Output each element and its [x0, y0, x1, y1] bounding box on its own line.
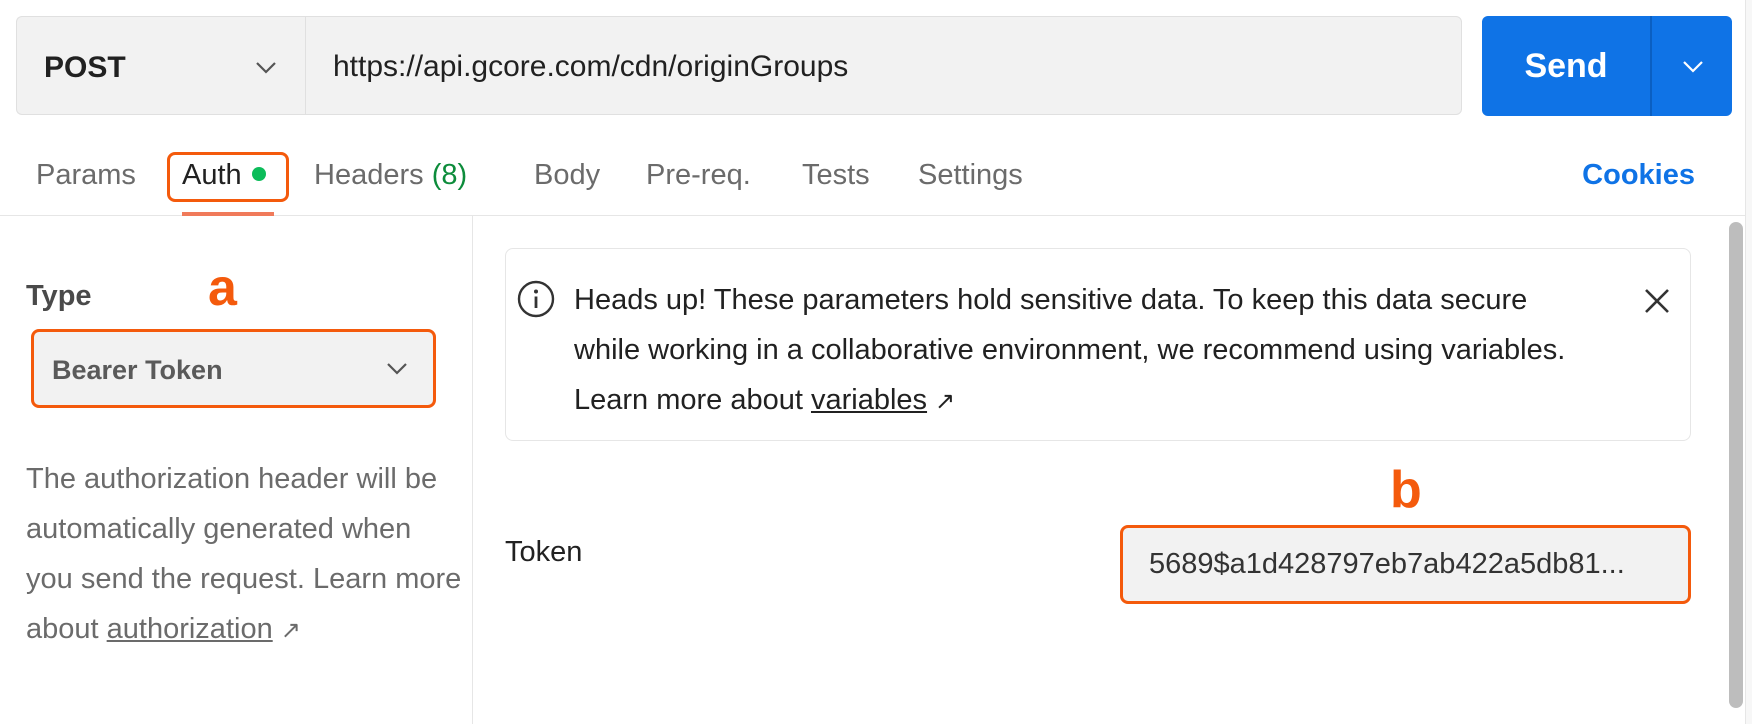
auth-type-pane: Type a Bearer Token The authorization he…: [0, 216, 473, 724]
notice-text: Heads up! These parameters hold sensitiv…: [574, 275, 1574, 427]
tab-headers[interactable]: Headers (8): [314, 159, 467, 192]
tab-tests[interactable]: Tests: [802, 159, 870, 192]
auth-type-select[interactable]: Bearer Token: [31, 329, 436, 408]
tab-pre-request[interactable]: Pre-req.: [646, 159, 751, 192]
token-input[interactable]: 5689$a1d428797eb7ab422a5db81...: [1120, 525, 1691, 604]
tab-settings[interactable]: Settings: [918, 159, 1023, 192]
auth-description: The authorization header will be automat…: [26, 454, 466, 656]
token-value: 5689$a1d428797eb7ab422a5db81...: [1149, 548, 1625, 580]
chevron-down-icon: [1683, 61, 1703, 73]
vertical-scrollbar[interactable]: [1729, 222, 1743, 708]
send-button[interactable]: Send: [1482, 16, 1650, 116]
tab-params[interactable]: Params: [36, 159, 136, 192]
authorization-link[interactable]: authorization: [107, 613, 273, 645]
sensitive-data-notice: Heads up! These parameters hold sensitiv…: [505, 248, 1691, 441]
chevron-down-icon: [387, 363, 407, 375]
type-label: Type: [26, 280, 92, 312]
external-link-icon: ↗: [280, 617, 301, 644]
headers-count: (8): [431, 159, 468, 191]
url-input[interactable]: https://api.gcore.com/cdn/originGroups: [305, 16, 1462, 115]
auth-tab-highlight: [167, 152, 289, 202]
tab-body[interactable]: Body: [534, 159, 600, 192]
notice-body: Heads up! These parameters hold sensitiv…: [574, 284, 1566, 416]
close-icon[interactable]: [1643, 287, 1671, 315]
info-icon: [517, 280, 555, 318]
tab-headers-label: Headers: [314, 159, 424, 191]
external-link-icon: ↗: [935, 388, 956, 415]
method-label: POST: [44, 51, 126, 84]
pane-edge: [1745, 0, 1752, 724]
send-options-button[interactable]: [1652, 16, 1732, 116]
annotation-marker-b: b: [1390, 461, 1422, 519]
token-label: Token: [505, 536, 583, 568]
url-text: https://api.gcore.com/cdn/originGroups: [333, 50, 849, 83]
chevron-down-icon: [256, 62, 276, 74]
variables-link[interactable]: variables: [811, 384, 927, 416]
send-button-group: Send: [1482, 16, 1732, 116]
cookies-link[interactable]: Cookies: [1582, 159, 1695, 192]
auth-type-value: Bearer Token: [52, 355, 223, 385]
annotation-marker-a: a: [208, 259, 237, 317]
method-select[interactable]: POST: [16, 16, 305, 115]
